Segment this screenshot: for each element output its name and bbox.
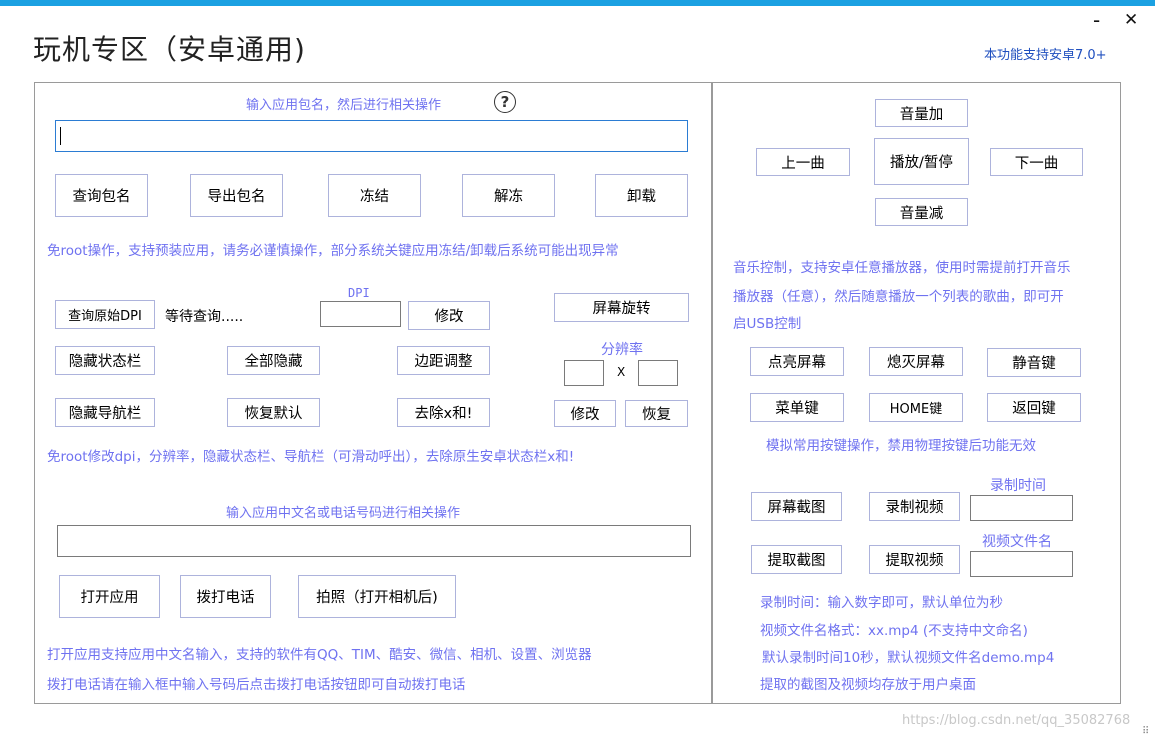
minimize-button[interactable]: - — [1093, 10, 1100, 30]
window-top-accent-bar — [0, 0, 1155, 6]
app-note-1: 打开应用支持应用中文名输入，支持的软件有QQ、TIM、酷安、微信、相机、设置、浏… — [47, 647, 592, 663]
uninstall-button[interactable]: 卸载 — [595, 174, 688, 217]
restore-default-button[interactable]: 恢复默认 — [227, 398, 320, 427]
package-prompt-label: 输入应用包名，然后进行相关操作 — [246, 98, 442, 113]
dpi-label: DPI — [348, 286, 370, 300]
wake-screen-button[interactable]: 点亮屏幕 — [750, 347, 844, 376]
app-prompt-label: 输入应用中文名或电话号码进行相关操作 — [226, 506, 461, 521]
back-key-button[interactable]: 返回键 — [987, 393, 1081, 422]
rotate-screen-button[interactable]: 屏幕旋转 — [554, 293, 689, 322]
resolution-separator: X — [617, 365, 626, 379]
pull-screenshot-button[interactable]: 提取截图 — [751, 545, 842, 574]
android-version-support-text: 本功能支持安卓7.0+ — [984, 48, 1107, 63]
freeze-button[interactable]: 冻结 — [328, 174, 421, 217]
help-icon[interactable]: ? — [494, 91, 516, 113]
screenshot-button[interactable]: 屏幕截图 — [751, 492, 842, 521]
sleep-screen-button[interactable]: 熄灭屏幕 — [869, 347, 963, 376]
home-key-button[interactable]: HOME键 — [869, 393, 963, 422]
query-dpi-button[interactable]: 查询原始DPI — [55, 300, 155, 329]
dpi-note: 免root修改dpi，分辨率，隐藏状态栏、导航栏（可滑动呼出），去除原生安卓状态… — [47, 449, 575, 465]
resize-grip-icon[interactable]: ⠿ — [1142, 726, 1149, 737]
app-note-2: 拨打电话请在输入框中输入号码后点击拨打电话按钮即可自动拨打电话 — [47, 677, 466, 693]
music-note-3: 启USB控制 — [733, 316, 802, 332]
close-icon[interactable]: ✕ — [1124, 10, 1138, 30]
record-time-input[interactable] — [970, 495, 1073, 521]
record-note-4: 提取的截图及视频均存放于用户桌面 — [760, 677, 976, 693]
text-caret — [60, 127, 61, 145]
open-app-button[interactable]: 打开应用 — [59, 575, 160, 618]
next-track-button[interactable]: 下一曲 — [990, 148, 1083, 176]
play-pause-button[interactable]: 播放/暂停 — [874, 138, 969, 185]
take-photo-button[interactable]: 拍照（打开相机后) — [298, 575, 456, 618]
hide-all-button[interactable]: 全部隐藏 — [227, 346, 320, 375]
volume-down-button[interactable]: 音量减 — [875, 198, 968, 226]
export-package-button[interactable]: 导出包名 — [190, 174, 283, 217]
resolution-restore-button[interactable]: 恢复 — [625, 400, 688, 427]
volume-up-button[interactable]: 音量加 — [875, 99, 968, 127]
music-note-2: 播放器（任意），然后随意播放一个列表的歌曲，即可开 — [733, 289, 1064, 305]
mute-key-button[interactable]: 静音键 — [987, 348, 1081, 377]
dial-phone-button[interactable]: 拨打电话 — [180, 575, 271, 618]
music-note-1: 音乐控制，支持安卓任意播放器，使用时需提前打开音乐 — [733, 260, 1071, 276]
record-video-button[interactable]: 录制视频 — [869, 492, 960, 521]
record-note-3: 默认录制时间10秒，默认视频文件名demo.mp4 — [762, 650, 1055, 666]
window-title: 玩机专区（安卓通用) — [33, 33, 306, 66]
unfreeze-button[interactable]: 解冻 — [462, 174, 555, 217]
package-warning-note: 免root操作，支持预装应用，请务必谨慎操作，部分系统关键应用冻结/卸载后系统可… — [47, 243, 619, 259]
video-filename-input[interactable] — [970, 551, 1073, 577]
record-note-2: 视频文件名格式：xx.mp4 (不支持中文命名) — [760, 623, 1028, 639]
menu-key-button[interactable]: 菜单键 — [750, 393, 844, 422]
dpi-status-text: 等待查询..... — [165, 309, 244, 325]
dpi-input[interactable] — [320, 301, 401, 327]
keys-note: 模拟常用按键操作，禁用物理按键后功能无效 — [766, 438, 1036, 454]
margin-adjust-button[interactable]: 边距调整 — [397, 346, 490, 375]
dpi-modify-button[interactable]: 修改 — [408, 301, 490, 330]
resolution-width-input[interactable] — [564, 360, 604, 386]
pull-video-button[interactable]: 提取视频 — [869, 545, 960, 574]
remove-status-icons-button[interactable]: 去除x和! — [397, 398, 490, 427]
hide-nav-bar-button[interactable]: 隐藏导航栏 — [55, 398, 155, 427]
record-note-1: 录制时间：输入数字即可，默认单位为秒 — [760, 595, 1003, 611]
previous-track-button[interactable]: 上一曲 — [756, 148, 850, 176]
record-time-label: 录制时间 — [990, 478, 1046, 494]
package-name-input[interactable] — [55, 120, 688, 152]
resolution-height-input[interactable] — [638, 360, 678, 386]
query-package-button[interactable]: 查询包名 — [55, 174, 148, 217]
hide-status-bar-button[interactable]: 隐藏状态栏 — [55, 346, 155, 375]
video-filename-label: 视频文件名 — [982, 534, 1052, 550]
resolution-modify-button[interactable]: 修改 — [554, 400, 616, 427]
watermark-text: https://blog.csdn.net/qq_35082768 — [902, 713, 1131, 728]
resolution-label: 分辨率 — [601, 342, 643, 358]
app-name-input[interactable] — [57, 525, 691, 557]
